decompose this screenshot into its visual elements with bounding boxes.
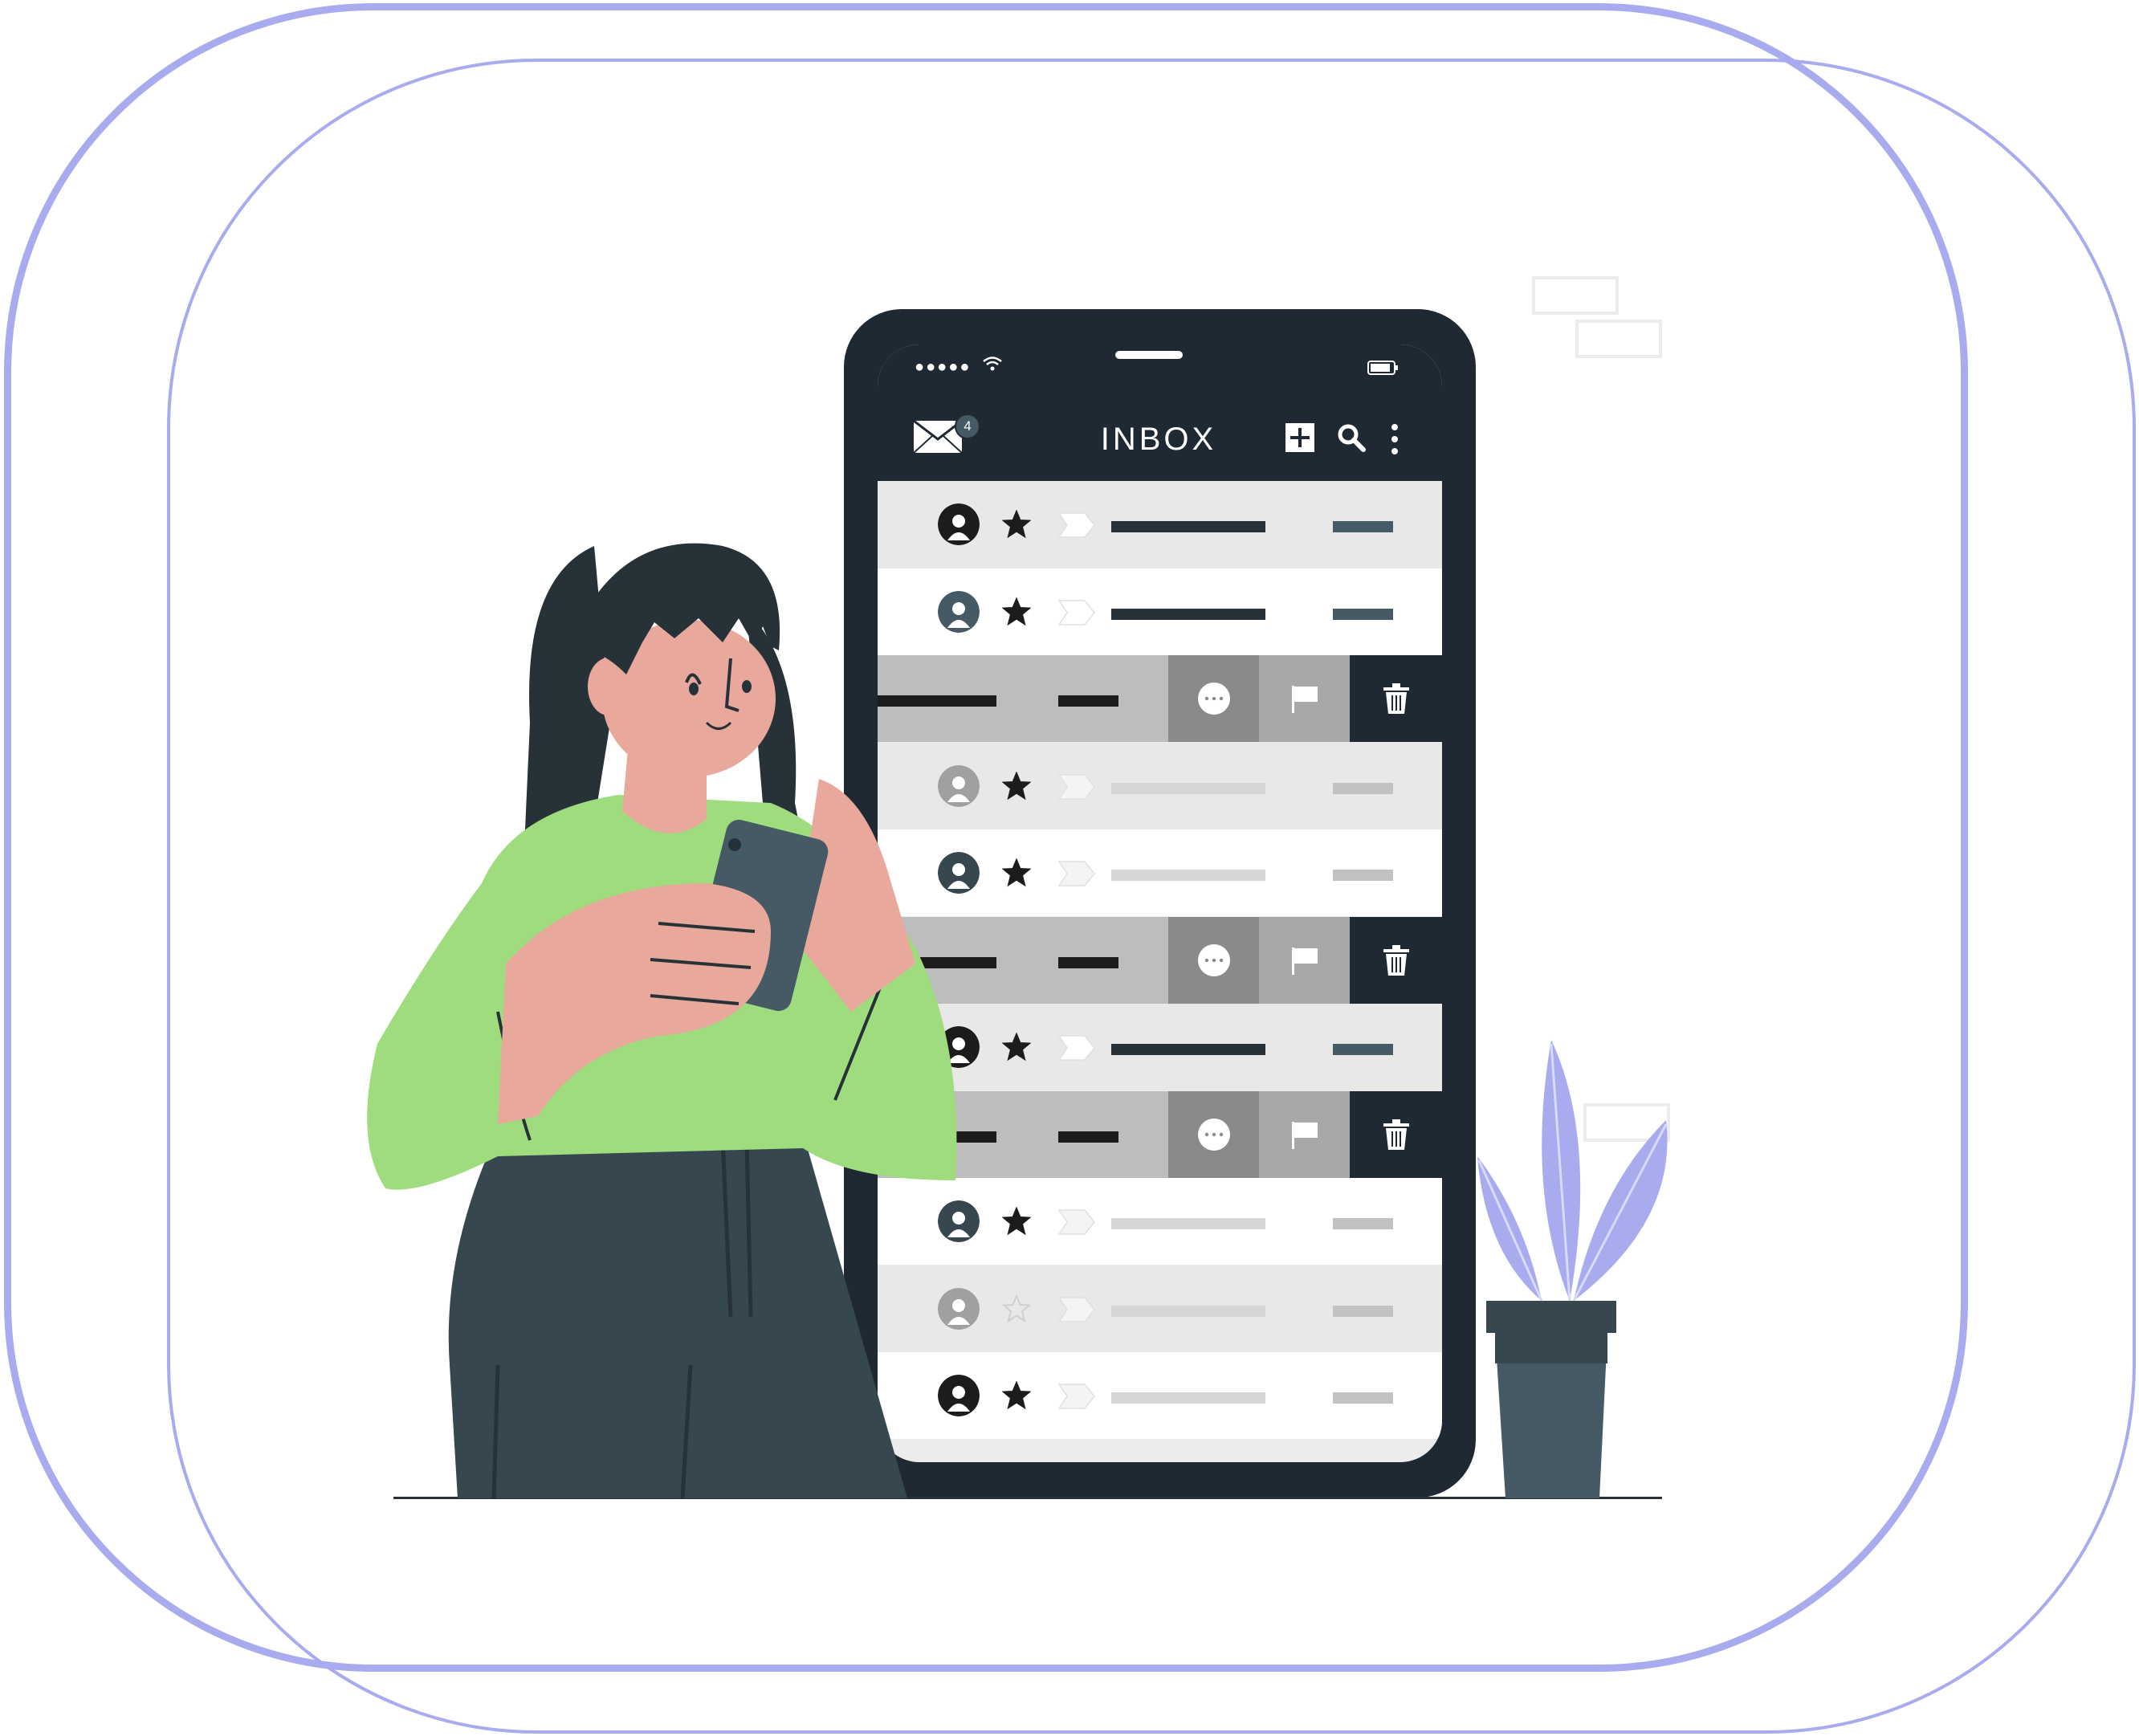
label-tag-icon[interactable]: [1057, 1208, 1096, 1236]
label-tag-icon[interactable]: [1057, 773, 1096, 801]
page-title: INBOX: [1100, 422, 1217, 457]
star-icon[interactable]: [1002, 1033, 1031, 1062]
message-subject-line: [1111, 608, 1265, 620]
woman-illustration: [367, 543, 957, 1499]
app-header: 4 INBOX: [878, 393, 1442, 481]
flag-icon: [1291, 947, 1318, 975]
message-time-line: [1333, 1392, 1393, 1404]
trash-icon: [1383, 683, 1409, 714]
message-subject-line: [1111, 1305, 1265, 1317]
message-time-line: [1333, 870, 1393, 881]
message-subject-line: [1111, 1392, 1265, 1404]
more-horizontal-icon: [1197, 943, 1230, 976]
star-icon[interactable]: [1002, 1294, 1031, 1323]
flag-action-button[interactable]: [1259, 916, 1350, 1004]
star-icon[interactable]: [1002, 597, 1031, 626]
label-tag-icon[interactable]: [1057, 1034, 1096, 1062]
flag-action-button[interactable]: [1259, 1090, 1350, 1178]
more-horizontal-icon: [1197, 683, 1230, 715]
message-time-line: [1058, 1131, 1118, 1143]
label-tag-icon[interactable]: [1057, 511, 1096, 539]
message-time-line: [1333, 1305, 1393, 1317]
signal-icon: ●●●●●: [915, 358, 972, 376]
message-time-line: [1333, 521, 1393, 532]
delete-action-button[interactable]: [1350, 1090, 1442, 1178]
potted-plant-illustration: [1477, 1040, 1668, 1498]
message-subject-line: [1111, 1218, 1265, 1229]
label-tag-icon[interactable]: [1057, 1296, 1096, 1323]
star-icon[interactable]: [1002, 1207, 1031, 1236]
decor-rectangle: [1532, 276, 1619, 315]
flag-action-button[interactable]: [1259, 655, 1350, 742]
star-icon[interactable]: [1002, 858, 1031, 887]
flag-icon: [1291, 686, 1318, 713]
add-icon[interactable]: [1285, 423, 1314, 452]
star-icon[interactable]: [1002, 1381, 1031, 1410]
search-icon[interactable]: [1337, 423, 1366, 452]
phone-notch: [1017, 344, 1281, 378]
label-tag-icon[interactable]: [1057, 1383, 1096, 1410]
message-time-line: [1333, 782, 1393, 794]
delete-action-button[interactable]: [1350, 655, 1442, 742]
unread-badge: 4: [955, 414, 980, 439]
decor-rectangle: [1575, 320, 1662, 358]
more-horizontal-icon: [1197, 1118, 1230, 1151]
message-subject-line: [1111, 870, 1265, 881]
message-time-line: [1333, 608, 1393, 620]
more-action-button[interactable]: [1168, 1090, 1259, 1178]
star-icon[interactable]: [1002, 771, 1031, 801]
battery-icon: [1367, 361, 1398, 375]
message-time-line: [1058, 695, 1118, 707]
message-time-line: [1333, 1044, 1393, 1055]
message-subject-line: [1111, 521, 1265, 532]
message-subject-line: [1111, 1044, 1265, 1055]
wifi-icon: [983, 357, 1002, 371]
speaker-slot: [1115, 351, 1183, 359]
more-action-button[interactable]: [1168, 916, 1259, 1004]
star-icon[interactable]: [1002, 510, 1031, 539]
message-subject-line: [1111, 782, 1265, 794]
flag-icon: [1291, 1121, 1318, 1149]
message-time-line: [1333, 1218, 1393, 1229]
delete-action-button[interactable]: [1350, 916, 1442, 1004]
label-tag-icon[interactable]: [1057, 599, 1096, 626]
label-tag-icon[interactable]: [1057, 860, 1096, 887]
more-action-button[interactable]: [1168, 655, 1259, 742]
trash-icon: [1383, 1119, 1409, 1150]
message-time-line: [1058, 956, 1118, 968]
more-vertical-icon[interactable]: [1388, 423, 1401, 455]
trash-icon: [1383, 944, 1409, 976]
